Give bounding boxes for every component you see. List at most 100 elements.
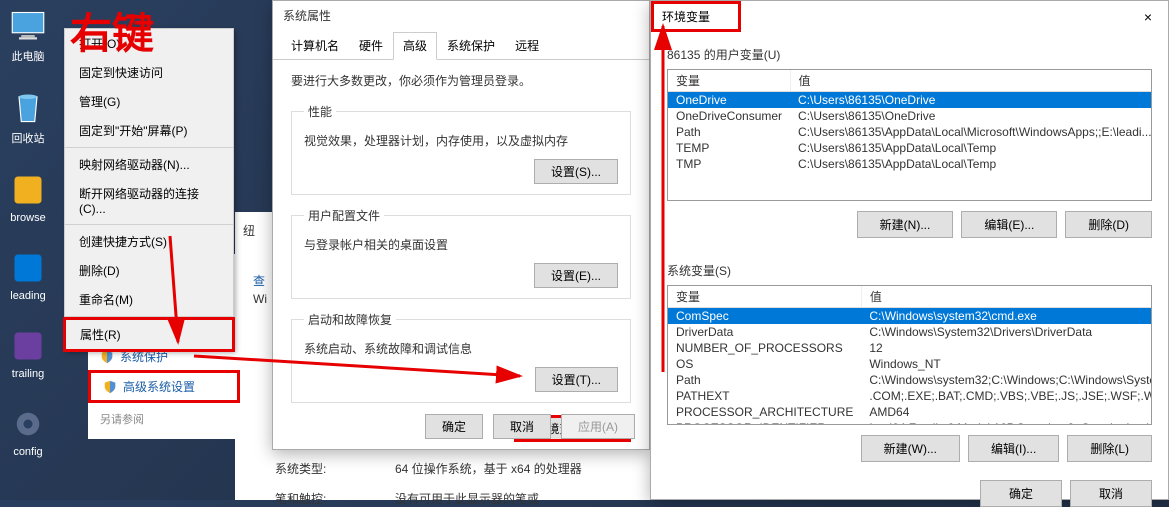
pc-icon — [10, 8, 46, 44]
sys-vars-buttons: 新建(W)... 编辑(I)... 删除(L) — [651, 425, 1168, 472]
desktop-icon-config[interactable]: config — [0, 406, 56, 458]
menu-properties[interactable]: 属性(R) — [63, 317, 235, 352]
var-name: Path — [668, 372, 861, 388]
table-row[interactable]: ComSpecC:\Windows\system32\cmd.exe — [668, 308, 1152, 325]
admin-note: 要进行大多数更改，你必须作为管理员登录。 — [291, 72, 631, 89]
cp-see-also: 另请参阅 — [88, 403, 240, 427]
table-row[interactable]: OSWindows_NT — [668, 356, 1152, 372]
performance-desc: 视觉效果，处理器计划，内存使用，以及虚拟内存 — [304, 128, 618, 159]
tab-system-protect[interactable]: 系统保护 — [437, 32, 505, 59]
menu-create-shortcut[interactable]: 创建快捷方式(S) — [65, 227, 233, 256]
table-row[interactable]: PathC:\Windows\system32;C:\Windows;C:\Wi… — [668, 372, 1152, 388]
var-name: OneDriveConsumer — [668, 108, 790, 124]
menu-disconnect-drive[interactable]: 断开网络驱动器的连接(C)... — [65, 179, 233, 222]
table-row[interactable]: DriverDataC:\Windows\System32\Drivers\Dr… — [668, 324, 1152, 340]
new-sys-var-button[interactable]: 新建(W)... — [861, 435, 960, 462]
link-label: 高级系统设置 — [123, 378, 195, 395]
ok-button[interactable]: 确定 — [980, 480, 1062, 507]
var-value: C:\Windows\system32\cmd.exe — [861, 308, 1152, 325]
var-name: TEMP — [668, 140, 790, 156]
ok-button[interactable]: 确定 — [425, 414, 483, 439]
tab-advanced[interactable]: 高级 — [393, 32, 437, 60]
sysinfo-win: Wi — [253, 292, 267, 306]
desktop-icon-leading[interactable]: leading — [0, 250, 56, 302]
var-value: C:\Users\86135\AppData\Local\Temp — [790, 140, 1152, 156]
table-row[interactable]: TMPC:\Users\86135\AppData\Local\Temp — [668, 156, 1152, 172]
edit-sys-var-button[interactable]: 编辑(I)... — [968, 435, 1059, 462]
performance-group: 性能 视觉效果，处理器计划，内存使用，以及虚拟内存 设置(S)... — [291, 103, 631, 195]
apply-button[interactable]: 应用(A) — [561, 414, 635, 439]
cancel-button[interactable]: 取消 — [1070, 480, 1152, 507]
dialog-footer: 确定 取消 应用(A) — [425, 414, 635, 439]
cp-advanced-system[interactable]: 高级系统设置 — [88, 370, 240, 403]
table-row[interactable]: PROCESSOR_ARCHITECTUREAMD64 — [668, 404, 1152, 420]
new-user-var-button[interactable]: 新建(N)... — [857, 211, 954, 238]
desktop-icon-label: browse — [10, 212, 45, 224]
table-row[interactable]: OneDriveConsumerC:\Users\86135\OneDrive — [668, 108, 1152, 124]
menu-rename[interactable]: 重命名(M) — [65, 285, 233, 314]
table-row[interactable]: NUMBER_OF_PROCESSORS12 — [668, 340, 1152, 356]
menu-separator — [65, 147, 233, 148]
profile-legend: 用户配置文件 — [304, 207, 384, 224]
col-name[interactable]: 变量 — [668, 70, 790, 92]
annotation-right-click: 右键 — [70, 0, 154, 61]
dialog-body: 要进行大多数更改，你必须作为管理员登录。 性能 视觉效果，处理器计划，内存使用，… — [273, 60, 649, 454]
edit-user-var-button[interactable]: 编辑(E)... — [961, 211, 1057, 238]
table-row[interactable]: TEMPC:\Users\86135\AppData\Local\Temp — [668, 140, 1152, 156]
perf-settings-button[interactable]: 设置(S)... — [534, 159, 618, 184]
app-icon — [10, 328, 46, 364]
var-value: C:\Users\86135\OneDrive — [790, 92, 1152, 109]
tab-computer-name[interactable]: 计算机名 — [281, 32, 349, 59]
dialog-title: 环境变量 — [651, 1, 741, 32]
desktop-icon-browser[interactable]: browse — [0, 172, 56, 224]
tab-remote[interactable]: 远程 — [505, 32, 549, 59]
profile-desc: 与登录帐户相关的桌面设置 — [304, 232, 618, 263]
pen-value: 没有可用于此显示器的笔或 — [395, 490, 539, 507]
profile-settings-button[interactable]: 设置(E)... — [534, 263, 618, 288]
dialog-title: 系统属性 — [273, 1, 649, 30]
var-name: PATHEXT — [668, 388, 861, 404]
desktop-icon-trailing[interactable]: trailing — [0, 328, 56, 380]
sys-vars-label: 系统变量(S) — [651, 248, 1168, 285]
table-row[interactable]: OneDriveC:\Users\86135\OneDrive — [668, 92, 1152, 109]
var-value: C:\Users\86135\OneDrive — [790, 108, 1152, 124]
menu-map-drive[interactable]: 映射网络驱动器(N)... — [65, 150, 233, 179]
tab-hardware[interactable]: 硬件 — [349, 32, 393, 59]
table-row[interactable]: PathC:\Users\86135\AppData\Local\Microso… — [668, 124, 1152, 140]
var-name: PROCESSOR_ARCHITECTURE — [668, 404, 861, 420]
delete-sys-var-button[interactable]: 删除(L) — [1067, 435, 1152, 462]
var-value: Windows_NT — [861, 356, 1152, 372]
desktop-icon-label: 此电脑 — [12, 48, 45, 64]
col-name[interactable]: 变量 — [668, 286, 861, 308]
menu-pin-quick[interactable]: 固定到快速访问 — [65, 58, 233, 87]
delete-user-var-button[interactable]: 删除(D) — [1065, 211, 1152, 238]
menu-delete[interactable]: 删除(D) — [65, 256, 233, 285]
cancel-button[interactable]: 取消 — [493, 414, 551, 439]
startup-settings-button[interactable]: 设置(T)... — [535, 367, 618, 392]
desktop: 此电脑 回收站 browse leading trailing config — [0, 0, 56, 458]
col-value[interactable]: 值 — [861, 286, 1152, 308]
gear-icon — [10, 406, 46, 442]
profile-group: 用户配置文件 与登录帐户相关的桌面设置 设置(E)... — [291, 207, 631, 299]
close-button[interactable]: × — [1128, 3, 1168, 31]
var-value: .COM;.EXE;.BAT;.CMD;.VBS;.VBE;.JS;.JSE;.… — [861, 388, 1152, 404]
user-vars-buttons: 新建(N)... 编辑(E)... 删除(D) — [651, 201, 1168, 248]
systype-value: 64 位操作系统，基于 x64 的处理器 — [395, 460, 582, 477]
dialog-footer: 确定 取消 — [651, 472, 1168, 507]
user-vars-list[interactable]: 变量 值 OneDriveC:\Users\86135\OneDriveOneD… — [667, 69, 1152, 201]
col-value[interactable]: 值 — [790, 70, 1152, 92]
desktop-icon-label: 回收站 — [12, 130, 45, 146]
desktop-icon-recycle[interactable]: 回收站 — [0, 90, 56, 146]
system-properties-dialog: 系统属性 计算机名 硬件 高级 系统保护 远程 要进行大多数更改，你必须作为管理… — [272, 0, 650, 450]
table-row[interactable]: PATHEXT.COM;.EXE;.BAT;.CMD;.VBS;.VBE;.JS… — [668, 388, 1152, 404]
menu-manage[interactable]: 管理(G) — [65, 87, 233, 116]
desktop-icon-label: trailing — [12, 368, 44, 380]
pen-label: 笔和触控: — [275, 490, 326, 507]
sys-vars-list[interactable]: 变量 值 ComSpecC:\Windows\system32\cmd.exeD… — [667, 285, 1152, 425]
var-name: OneDrive — [668, 92, 790, 109]
performance-legend: 性能 — [304, 103, 336, 120]
menu-separator — [65, 224, 233, 225]
menu-pin-start[interactable]: 固定到"开始"屏幕(P) — [65, 116, 233, 145]
startup-desc: 系统启动、系统故障和调试信息 — [304, 336, 618, 367]
desktop-icon-this-pc[interactable]: 此电脑 — [0, 8, 56, 64]
